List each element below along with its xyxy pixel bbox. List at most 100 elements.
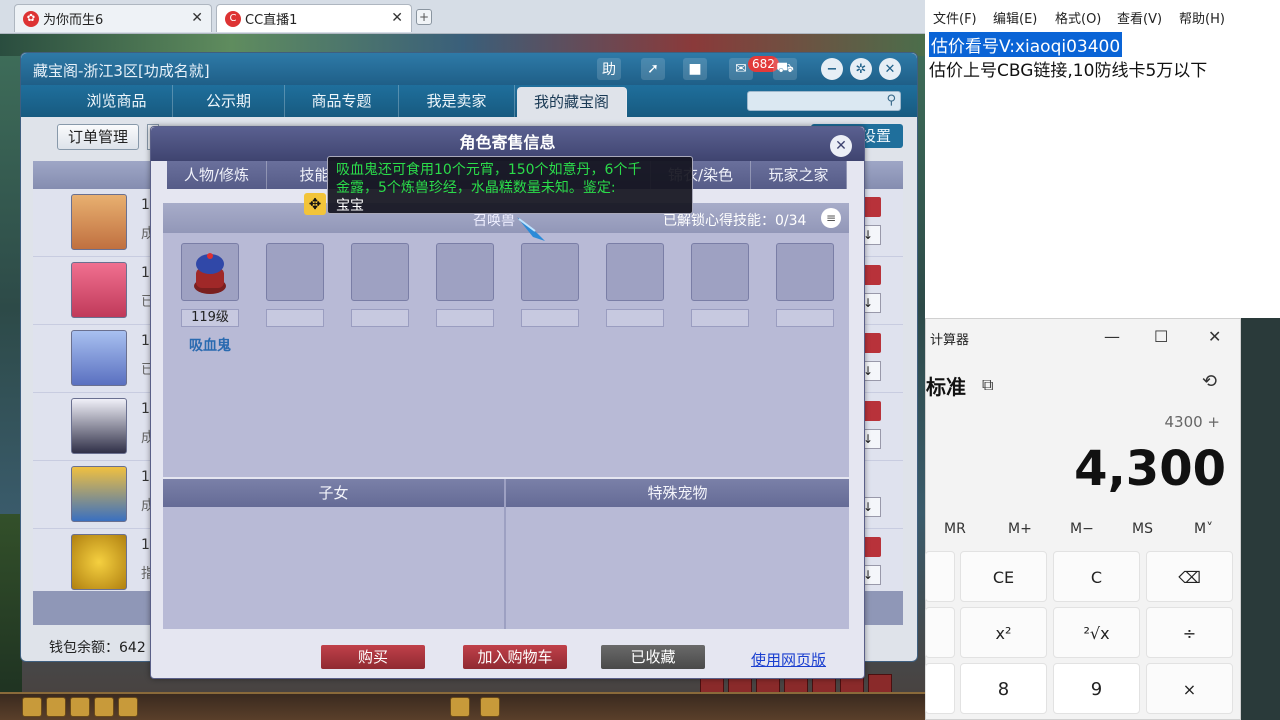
sqrt-button[interactable]: ²√x [1053, 607, 1140, 658]
tab-character[interactable]: 人物/修炼 [167, 161, 267, 189]
arrow-down-icon[interactable] [70, 697, 90, 717]
nav-publicity[interactable]: 公示期 [173, 85, 285, 117]
pet-name[interactable]: 吸血鬼 [189, 335, 231, 355]
stop-icon[interactable]: ■ [683, 58, 707, 80]
pet-slot[interactable] [436, 243, 494, 301]
menu-format[interactable]: 格式(O) [1055, 8, 1101, 27]
calculator-expression: 4300 + [1164, 413, 1220, 431]
section-divider [504, 479, 506, 629]
menu-edit[interactable]: 编辑(E) [993, 8, 1037, 27]
minimize-button[interactable]: − [821, 58, 843, 80]
gear-icon[interactable]: ✲ [850, 58, 872, 80]
pet-slot-label [521, 309, 579, 327]
notepad-text[interactable]: 估价上号CBG链接,10防线卡5万以下 [929, 56, 1207, 81]
calc-key-reciprocal[interactable] [925, 607, 955, 658]
pet-level: 119级 [181, 309, 239, 327]
avatar [71, 330, 127, 386]
close-icon[interactable]: ✕ [191, 10, 203, 26]
calculator-window: 计算器 — ☐ ✕ 标准 ⧉ ⟲ 4300 + 4,300 MR M+ M− M… [925, 318, 1241, 720]
close-button[interactable]: ✕ [1208, 327, 1221, 346]
search-input[interactable]: ⚲ [747, 91, 901, 111]
backspace-button[interactable]: ⌫ [1146, 551, 1233, 602]
ce-button[interactable]: CE [960, 551, 1047, 602]
pet-slot[interactable] [351, 243, 409, 301]
close-button[interactable]: ✕ [830, 135, 852, 157]
close-button[interactable]: ✕ [879, 58, 901, 80]
pet-grid: 119级 吸血鬼 [163, 233, 849, 477]
m-list-button[interactable]: M˅ [1194, 521, 1213, 537]
multiply-button[interactable]: × [1146, 663, 1233, 714]
calc-key-percent[interactable] [925, 551, 955, 602]
c-button[interactable]: C [1053, 551, 1140, 602]
order-management-button[interactable]: 订单管理 [57, 124, 139, 150]
tooltip-line: 吸血鬼还可食用10个元宵，150个如意丹，6个千 [336, 162, 642, 178]
tooltip-line: 宝宝 [336, 198, 364, 214]
notepad-menubar: 文件(F) 编辑(E) 格式(O) 查看(V) 帮助(H) [925, 0, 1280, 30]
notepad-text-selected[interactable]: 估价看号V:xiaoqi03400 [929, 32, 1123, 57]
modal-action-bar: 购买 加入购物车 已收藏 使用网页版 [151, 639, 864, 679]
mr-button[interactable]: MR [944, 521, 966, 537]
arrow-up-icon[interactable] [46, 697, 66, 717]
nav-my-pavilion[interactable]: 我的藏宝阁 [517, 87, 627, 117]
avatar [71, 466, 127, 522]
ms-button[interactable]: MS [1132, 521, 1153, 537]
nav-topics[interactable]: 商品专题 [285, 85, 399, 117]
pet-slot[interactable] [776, 243, 834, 301]
history-icon[interactable]: ⟲ [1202, 371, 1217, 392]
notepad-window: 文件(F) 编辑(E) 格式(O) 查看(V) 帮助(H) 估价看号V:xiao… [925, 0, 1280, 318]
close-icon[interactable]: ✕ [391, 10, 403, 26]
pet-slot-label [436, 309, 494, 327]
pet-slot-label [351, 309, 409, 327]
share-icon[interactable]: ➚ [641, 58, 665, 80]
browser-tabbar: ✿ 为你而生6 ✕ C CC直播1 ✕ + [0, 0, 925, 34]
menu-icon[interactable]: ≡ [821, 208, 841, 228]
buy-button[interactable]: 购买 [321, 645, 425, 669]
browser-tab-1[interactable]: ✿ 为你而生6 ✕ [14, 4, 212, 32]
menu-view[interactable]: 查看(V) [1117, 8, 1162, 27]
game-favicon-icon: ✿ [23, 10, 39, 27]
use-web-version-link[interactable]: 使用网页版 [751, 649, 826, 670]
nav-seller[interactable]: 我是卖家 [399, 85, 515, 117]
help-button[interactable]: 助 [597, 58, 621, 80]
gear-icon[interactable] [868, 674, 892, 694]
pet-slot[interactable] [181, 243, 239, 301]
divide-button[interactable]: ÷ [1146, 607, 1233, 658]
square-button[interactable]: x² [960, 607, 1047, 658]
tab-home[interactable]: 玩家之家 [751, 161, 847, 189]
keep-on-top-icon[interactable]: ⧉ [982, 375, 993, 395]
browser-tab-2[interactable]: C CC直播1 ✕ [216, 4, 412, 32]
digit-9-button[interactable]: 9 [1053, 663, 1140, 714]
pet-slot-label [691, 309, 749, 327]
feather-cursor-icon [517, 217, 545, 241]
arrow-left-icon[interactable] [22, 697, 42, 717]
menu-help[interactable]: 帮助(H) [1179, 8, 1225, 27]
pet-slot[interactable] [606, 243, 664, 301]
cart-icon[interactable]: ⛟ [773, 58, 797, 80]
minimize-button[interactable]: — [1104, 327, 1120, 346]
maximize-button[interactable]: ☐ [1154, 327, 1168, 346]
avatar [71, 262, 127, 318]
nav-browse[interactable]: 浏览商品 [61, 85, 173, 117]
add-to-cart-button[interactable]: 加入购物车 [463, 645, 567, 669]
digit-8-button[interactable]: 8 [960, 663, 1047, 714]
pet-slot[interactable] [521, 243, 579, 301]
children-section-header: 子女 [163, 479, 504, 507]
search-icon[interactable] [118, 697, 138, 717]
search-icon[interactable]: ⚲ [886, 93, 896, 108]
move-icon[interactable] [94, 697, 114, 717]
calc-key-7[interactable] [925, 663, 955, 714]
special-pets-section-header: 特殊宠物 [506, 479, 849, 507]
menu-file[interactable]: 文件(F) [933, 8, 977, 27]
pet-slot[interactable] [266, 243, 324, 301]
pet-slot-label [266, 309, 324, 327]
pet-icon[interactable] [450, 697, 470, 717]
chest-icon[interactable] [480, 697, 500, 717]
move-icon[interactable]: ✥ [304, 193, 326, 215]
m-plus-button[interactable]: M+ [1008, 521, 1032, 537]
favorited-button[interactable]: 已收藏 [601, 645, 705, 669]
m-minus-button[interactable]: M− [1070, 521, 1094, 537]
pet-slot[interactable] [691, 243, 749, 301]
wallet-balance: 钱包余额：642 [49, 640, 146, 656]
new-tab-button[interactable]: + [416, 9, 432, 25]
treasure-nav: 浏览商品 公示期 商品专题 我是卖家 我的藏宝阁 ⚲ [21, 85, 917, 117]
